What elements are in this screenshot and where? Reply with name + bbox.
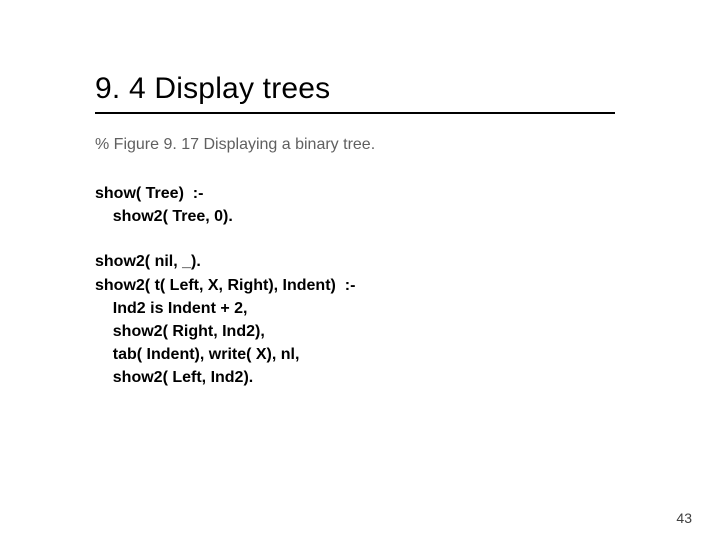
code-block-show2: show2( nil, _). show2( t( Left, X, Right…	[95, 250, 650, 389]
code-block-show: show( Tree) :- show2( Tree, 0).	[95, 182, 650, 228]
figure-caption: % Figure 9. 17 Displaying a binary tree.	[95, 136, 650, 154]
spacer	[95, 228, 650, 250]
page-number: 43	[676, 510, 692, 526]
title-underline	[95, 112, 615, 114]
slide: 9. 4 Display trees % Figure 9. 17 Displa…	[0, 0, 720, 540]
section-heading: 9. 4 Display trees	[95, 72, 650, 106]
